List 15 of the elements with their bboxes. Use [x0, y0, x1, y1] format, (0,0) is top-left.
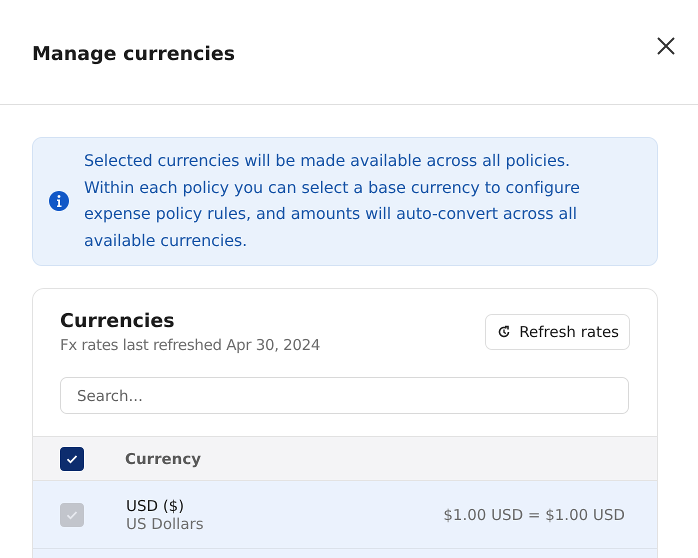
- close-button[interactable]: [656, 36, 676, 56]
- column-header: Currency: [125, 450, 202, 468]
- card-title: Currencies: [60, 310, 176, 332]
- dialog-title: Manage currencies: [32, 43, 236, 65]
- currency-name: US Dollars: [126, 514, 205, 532]
- currency-code: USD ($): [126, 496, 186, 514]
- refresh-icon: [497, 325, 512, 339]
- close-icon: [656, 36, 676, 56]
- info-icon: [49, 191, 69, 211]
- search-field[interactable]: Search...: [60, 377, 629, 414]
- info-text: Selected currencies will be made available across all policies. Within each policy you can select a base currency to configure expense policy rules, and amounts will auto-convert across all available currencies.: [84, 150, 581, 252]
- exchange-rate: $1.00 USD = $1.00 USD: [443, 506, 625, 524]
- refresh-rates-button[interactable]: Refresh rates: [485, 314, 630, 350]
- last-refreshed-text: Fx rates last refreshed Apr 30, 2024: [60, 336, 320, 354]
- checkbox[interactable]: [60, 446, 84, 470]
